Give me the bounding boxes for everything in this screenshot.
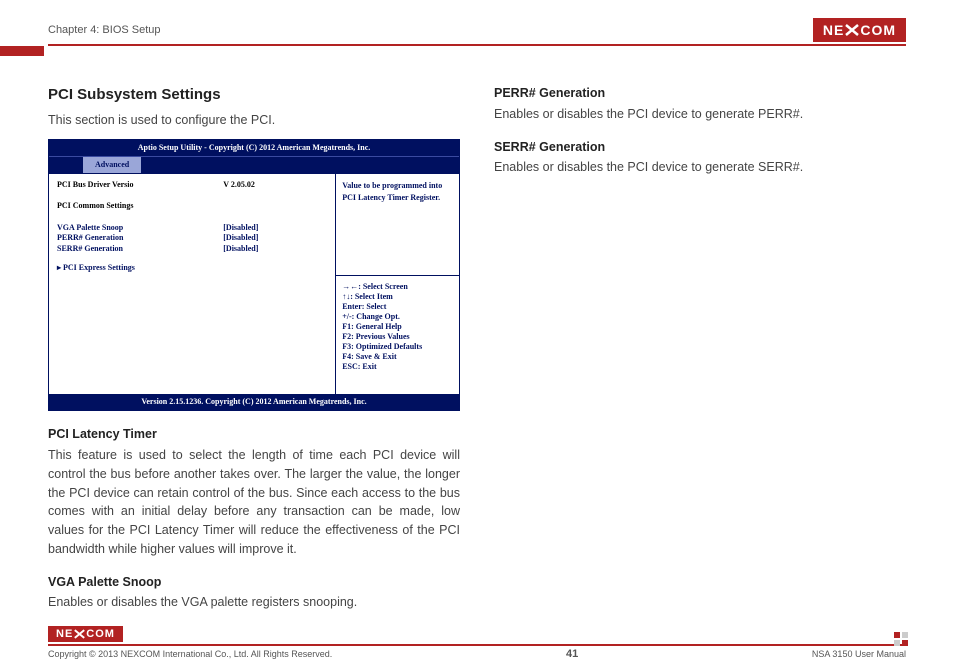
bios-key-6: F2: Previous Values [342,332,453,342]
bios-tab-advanced[interactable]: Advanced [83,157,141,173]
bios-footer-bar: Version 2.15.1236. Copyright (C) 2012 Am… [49,394,459,410]
bios-item-vga[interactable]: VGA Palette Snoop [57,223,223,234]
bios-key-1: →←: Select Screen [342,282,453,292]
bios-item-express[interactable]: PCI Express Settings [63,263,327,274]
bios-item-latency[interactable]: PCI Latency Timer [57,212,223,223]
red-corner-tab [0,46,44,56]
bios-driver-version: V 2.05.02 [223,180,327,191]
bios-screenshot: Aptio Setup Utility - Copyright (C) 2012… [48,139,460,411]
brand-logo: NECOM [813,18,906,42]
desc-vga-text: Enables or disables the VGA palette regi… [48,593,460,612]
bios-help-text: Value to be programmed into PCI Latency … [336,174,459,276]
desc-serr-text: Enables or disables the PCI device to ge… [494,158,906,177]
page-number: 41 [566,648,578,660]
desc-perr-text: Enables or disables the PCI device to ge… [494,105,906,124]
bios-key-4: +/-: Change Opt. [342,312,453,322]
desc-serr-heading: SERR# Generation [494,138,906,157]
bios-tab-row: Advanced [49,156,459,173]
bios-item-vga-val: [Disabled] [223,223,327,234]
bios-key-legend: →←: Select Screen ↑↓: Select Item Enter:… [336,276,459,394]
bios-item-perr-val: [Disabled] [223,233,327,244]
desc-latency-text: This feature is used to select the lengt… [48,446,460,559]
desc-vga-heading: VGA Palette Snoop [48,573,460,592]
section-title: PCI Subsystem Settings [48,84,460,107]
bios-key-9: ESC: Exit [342,362,453,372]
bios-common-header: PCI Common Settings [57,201,327,212]
desc-latency-heading: PCI Latency Timer [48,425,460,444]
bios-title-bar: Aptio Setup Utility - Copyright (C) 2012… [49,140,459,156]
bios-key-7: F3: Optimized Defaults [342,342,453,352]
header-divider [48,44,906,46]
bios-item-perr[interactable]: PERR# Generation [57,233,223,244]
bios-key-8: F4: Save & Exit [342,352,453,362]
bios-item-serr-val: [Disabled] [223,244,327,255]
bios-driver-label: PCI Bus Driver Versio [57,180,223,191]
bios-options-panel: PCI Bus Driver Versio V 2.05.02 PCI Comm… [49,174,336,394]
bios-item-serr[interactable]: SERR# Generation [57,244,223,255]
chapter-label: Chapter 4: BIOS Setup [48,24,161,36]
section-intro: This section is used to configure the PC… [48,111,460,130]
bios-item-latency-val: [32 PCI Bus Clocks] [223,212,327,223]
footer-brand-logo: NECOM [48,626,123,642]
footer-divider [48,644,906,646]
footer-decoration-icon [894,632,908,646]
footer-copyright: Copyright © 2013 NEXCOM International Co… [48,649,332,659]
desc-perr-heading: PERR# Generation [494,84,906,103]
submenu-marker-icon: ▸ [57,263,61,274]
bios-key-2: ↑↓: Select Item [342,292,453,302]
bios-key-5: F1: General Help [342,322,453,332]
footer-manual-name: NSA 3150 User Manual [812,649,906,659]
bios-key-3: Enter: Select [342,302,453,312]
